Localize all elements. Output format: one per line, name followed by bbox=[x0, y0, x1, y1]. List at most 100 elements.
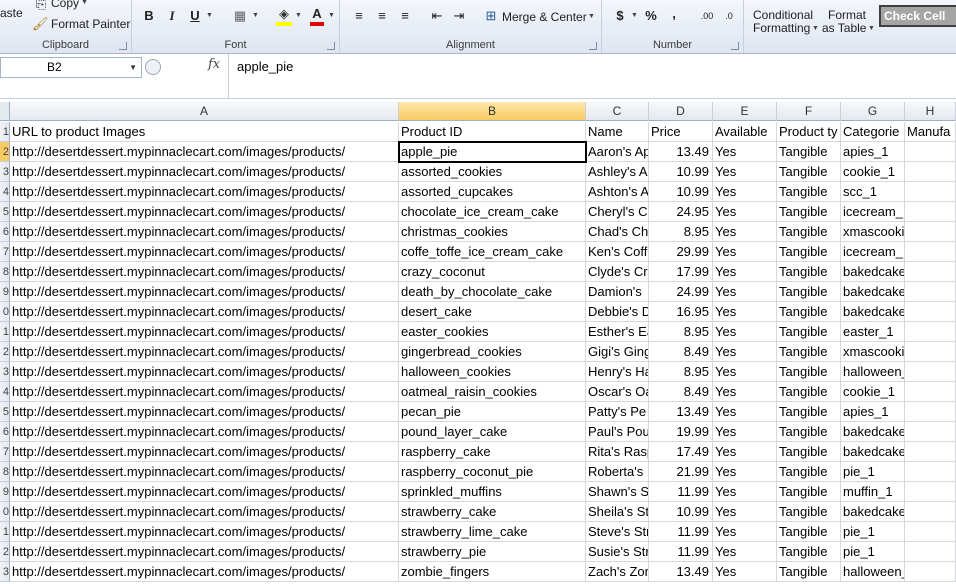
borders-dropdown-icon[interactable]: ▼ bbox=[252, 12, 259, 19]
row-header[interactable]: 2 bbox=[0, 342, 10, 362]
cell[interactable]: Price bbox=[649, 122, 713, 142]
row-header[interactable]: 9 bbox=[0, 482, 10, 502]
select-all-corner[interactable] bbox=[0, 102, 10, 121]
cell[interactable]: Yes bbox=[713, 482, 777, 502]
cell[interactable]: http://desertdessert.mypinnaclecart.com/… bbox=[10, 562, 399, 582]
increase-decimal-icon[interactable]: .00 bbox=[698, 8, 716, 24]
number-launcher-icon[interactable] bbox=[731, 42, 739, 50]
cell[interactable]: bakedcake_1 bbox=[841, 262, 905, 282]
cell[interactable]: pie_1 bbox=[841, 542, 905, 562]
cell[interactable]: halloween_cookies bbox=[399, 362, 586, 382]
row-header[interactable]: 4 bbox=[0, 182, 10, 202]
cell[interactable]: Tangible bbox=[777, 562, 841, 582]
cell[interactable]: http://desertdessert.mypinnaclecart.com/… bbox=[10, 142, 399, 162]
formula-input[interactable]: apple_pie bbox=[228, 54, 956, 98]
format-table-dropdown-icon[interactable]: ▼ bbox=[868, 25, 875, 32]
underline-dropdown-icon[interactable]: ▼ bbox=[206, 12, 213, 19]
cell[interactable] bbox=[905, 182, 956, 202]
cell[interactable] bbox=[905, 162, 956, 182]
cell[interactable]: Tangible bbox=[777, 482, 841, 502]
cell[interactable]: http://desertdessert.mypinnaclecart.com/… bbox=[10, 402, 399, 422]
conditional-formatting-button[interactable]: Conditional bbox=[753, 8, 813, 22]
cell[interactable]: raspberry_cake bbox=[399, 442, 586, 462]
cell[interactable] bbox=[905, 502, 956, 522]
cell[interactable] bbox=[905, 282, 956, 302]
row-header[interactable]: 2 bbox=[0, 542, 10, 562]
cell[interactable]: pound_layer_cake bbox=[399, 422, 586, 442]
row-header[interactable]: 9 bbox=[0, 282, 10, 302]
cell[interactable]: crazy_coconut bbox=[399, 262, 586, 282]
cell[interactable]: Cheryl's C bbox=[586, 202, 649, 222]
cell[interactable]: 17.99 bbox=[649, 262, 713, 282]
cell[interactable]: Tangible bbox=[777, 542, 841, 562]
cell[interactable]: Tangible bbox=[777, 382, 841, 402]
cell[interactable]: apies_1 bbox=[841, 142, 905, 162]
cell[interactable]: http://desertdessert.mypinnaclecart.com/… bbox=[10, 442, 399, 462]
cell[interactable]: Patty's Pe bbox=[586, 402, 649, 422]
cell[interactable]: http://desertdessert.mypinnaclecart.com/… bbox=[10, 242, 399, 262]
cell[interactable]: halloween_1 bbox=[841, 362, 905, 382]
cell[interactable]: http://desertdessert.mypinnaclecart.com/… bbox=[10, 462, 399, 482]
cell[interactable]: 8.49 bbox=[649, 382, 713, 402]
cell[interactable]: Oscar's Oa bbox=[586, 382, 649, 402]
cell[interactable]: Yes bbox=[713, 542, 777, 562]
row-header[interactable]: 3 bbox=[0, 162, 10, 182]
cell[interactable]: Manufa bbox=[905, 122, 956, 142]
borders-icon[interactable]: ▦ bbox=[232, 8, 248, 24]
cell[interactable]: pie_1 bbox=[841, 522, 905, 542]
cell[interactable]: xmascookie_1 bbox=[841, 222, 905, 242]
cell[interactable]: 11.99 bbox=[649, 522, 713, 542]
cell[interactable]: Yes bbox=[713, 302, 777, 322]
decrease-indent-icon[interactable]: ⇤ bbox=[430, 8, 444, 24]
cell[interactable]: Yes bbox=[713, 562, 777, 582]
cell[interactable]: muffin_1 bbox=[841, 482, 905, 502]
cell[interactable]: Ken's Coff bbox=[586, 242, 649, 262]
cell[interactable]: Yes bbox=[713, 262, 777, 282]
cell[interactable]: chocolate_ice_cream_cake bbox=[399, 202, 586, 222]
cell[interactable]: Chad's Chr bbox=[586, 222, 649, 242]
cell[interactable]: http://desertdessert.mypinnaclecart.com/… bbox=[10, 342, 399, 362]
cell[interactable]: 10.99 bbox=[649, 182, 713, 202]
align-right-icon[interactable]: ≡ bbox=[398, 8, 412, 24]
cell[interactable]: coffe_toffe_ice_cream_cake bbox=[399, 242, 586, 262]
cell[interactable]: christmas_cookies bbox=[399, 222, 586, 242]
cell[interactable]: 29.99 bbox=[649, 242, 713, 262]
cell[interactable]: Tangible bbox=[777, 162, 841, 182]
column-header-g[interactable]: G bbox=[841, 102, 905, 121]
cell[interactable]: 13.49 bbox=[649, 562, 713, 582]
cell[interactable]: http://desertdessert.mypinnaclecart.com/… bbox=[10, 362, 399, 382]
font-launcher-icon[interactable] bbox=[327, 42, 335, 50]
cell[interactable]: 19.99 bbox=[649, 422, 713, 442]
column-header-c[interactable]: C bbox=[586, 102, 649, 121]
cell[interactable] bbox=[905, 342, 956, 362]
cell[interactable]: bakedcake_1 bbox=[841, 502, 905, 522]
conditional-dropdown-icon[interactable]: ▼ bbox=[812, 25, 819, 32]
cell[interactable]: cookie_1 bbox=[841, 162, 905, 182]
cell[interactable]: Yes bbox=[713, 162, 777, 182]
cell[interactable]: Yes bbox=[713, 142, 777, 162]
cell[interactable]: bakedcake_1 bbox=[841, 422, 905, 442]
cell[interactable]: Zach's Zon bbox=[586, 562, 649, 582]
cell[interactable]: Shawn's S bbox=[586, 482, 649, 502]
cell[interactable] bbox=[905, 262, 956, 282]
cell[interactable]: Tangible bbox=[777, 202, 841, 222]
insert-function-button[interactable]: fx bbox=[208, 57, 220, 72]
cell[interactable]: bakedcake_1 bbox=[841, 282, 905, 302]
cell[interactable]: Gigi's Ging bbox=[586, 342, 649, 362]
cell[interactable]: http://desertdessert.mypinnaclecart.com/… bbox=[10, 522, 399, 542]
copy-button[interactable]: Copy bbox=[51, 0, 79, 10]
cell[interactable]: Tangible bbox=[777, 242, 841, 262]
cell[interactable]: Yes bbox=[713, 402, 777, 422]
column-header-f[interactable]: F bbox=[777, 102, 841, 121]
cell[interactable]: Yes bbox=[713, 502, 777, 522]
row-header[interactable]: 1 bbox=[0, 122, 10, 142]
row-header[interactable]: 3 bbox=[0, 362, 10, 382]
check-cell-style[interactable]: Check Cell bbox=[879, 5, 956, 27]
column-header-e[interactable]: E bbox=[713, 102, 777, 121]
cell[interactable] bbox=[905, 442, 956, 462]
cell[interactable]: 10.99 bbox=[649, 162, 713, 182]
cell[interactable]: 8.95 bbox=[649, 222, 713, 242]
cell[interactable]: Yes bbox=[713, 322, 777, 342]
clipboard-launcher-icon[interactable] bbox=[119, 42, 127, 50]
cell[interactable]: http://desertdessert.mypinnaclecart.com/… bbox=[10, 502, 399, 522]
